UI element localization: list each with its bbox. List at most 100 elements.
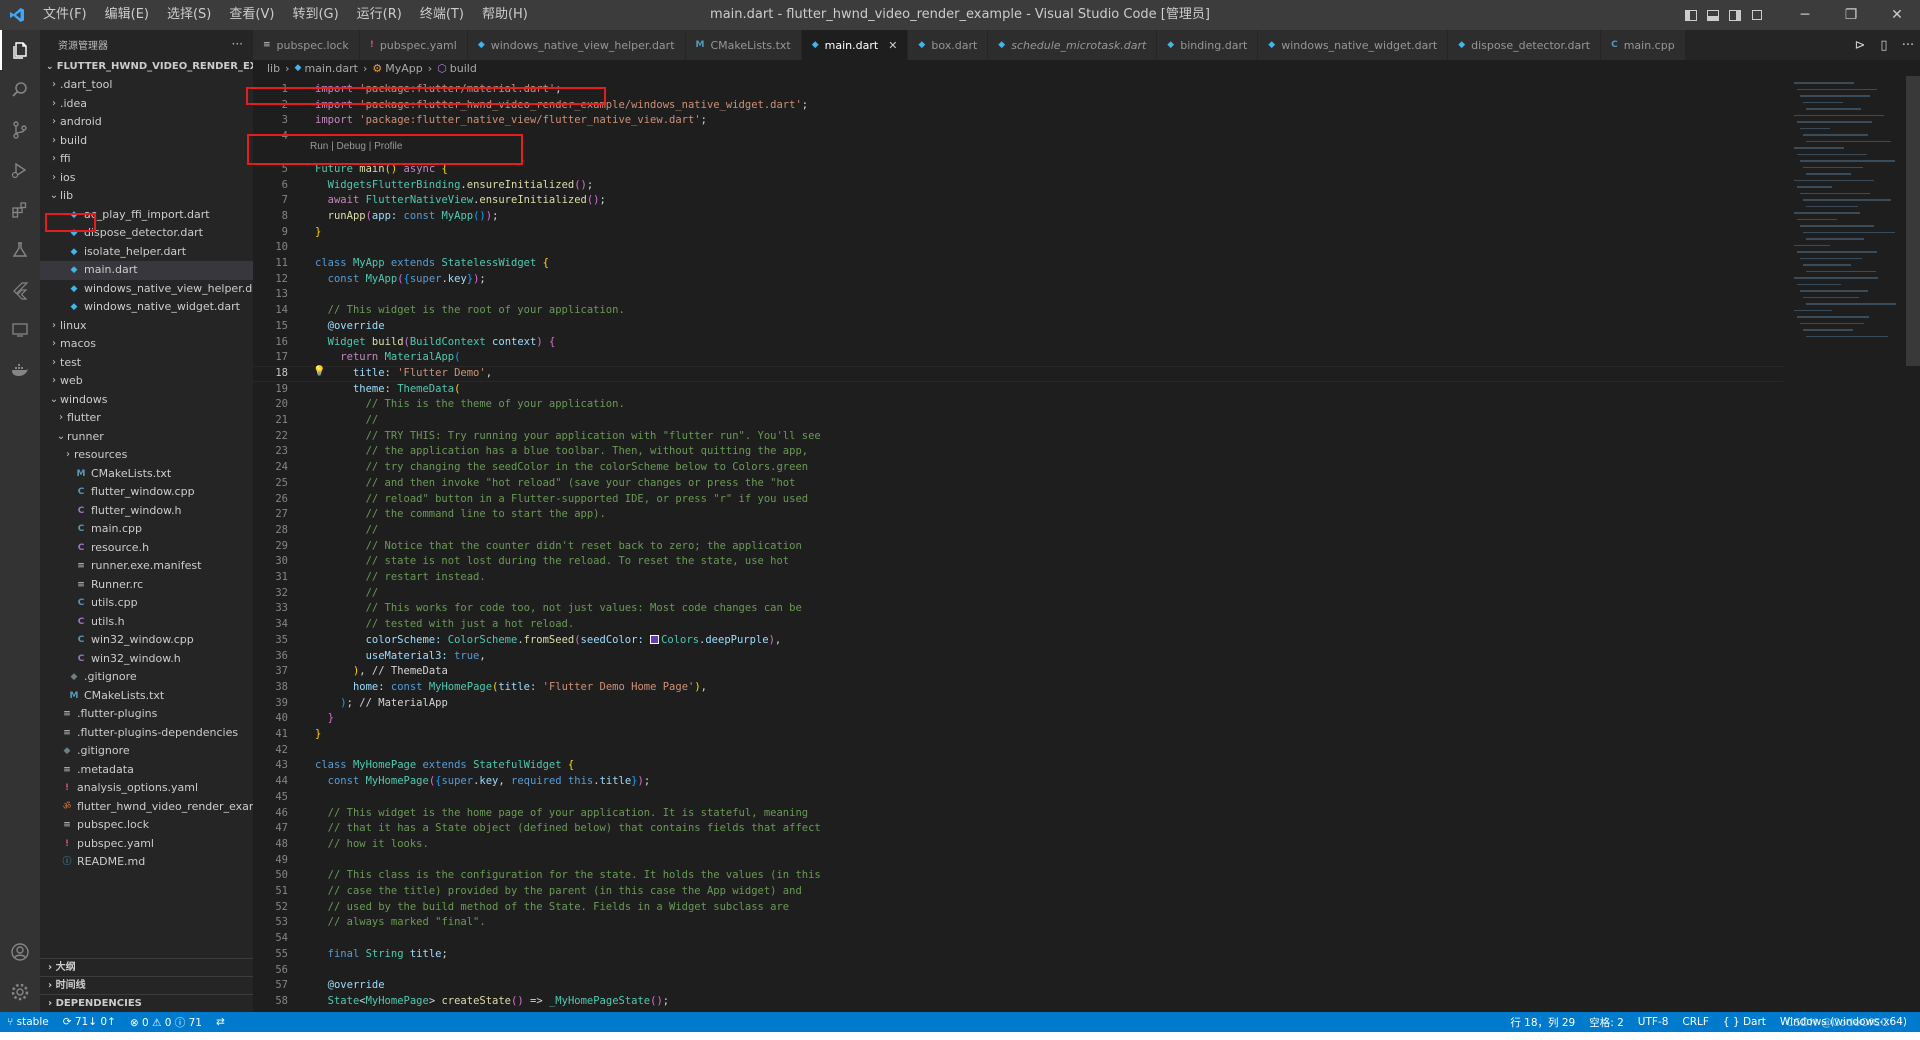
tree-file[interactable]: Cwin32_window.cpp xyxy=(40,631,253,650)
tree-file[interactable]: Cutils.cpp xyxy=(40,594,253,613)
menu-item[interactable]: 编辑(E) xyxy=(96,0,158,30)
editor-scrollbar[interactable] xyxy=(1906,76,1920,366)
editor-tab[interactable]: M CMakeLists.txt xyxy=(685,30,802,60)
menu-item[interactable]: 运行(R) xyxy=(348,0,411,30)
editor-tab[interactable]: ≡ pubspec.lock xyxy=(253,30,360,60)
tree-folder[interactable]: › android xyxy=(40,113,253,132)
close-tab-icon[interactable]: ✕ xyxy=(888,39,897,52)
tree-folder[interactable]: ⌄ runner xyxy=(40,428,253,447)
tree-file[interactable]: ≡ runner.exe.manifest xyxy=(40,557,253,576)
tree-file[interactable]: ◆ ac_play_ffi_import.dart xyxy=(40,206,253,225)
outline-section[interactable]: › 大纲 xyxy=(40,958,253,976)
tree-file[interactable]: ≡ Runner.rc xyxy=(40,576,253,595)
editor-tab[interactable]: ◆ box.dart xyxy=(908,30,989,60)
tree-folder[interactable]: › test xyxy=(40,354,253,373)
tree-folder[interactable]: › macos xyxy=(40,335,253,354)
source-control-icon[interactable] xyxy=(0,110,40,150)
tree-folder[interactable]: › .dart_tool xyxy=(40,76,253,95)
flutter-icon[interactable] xyxy=(0,270,40,310)
run-split-icon[interactable]: ⊳ xyxy=(1848,38,1872,53)
workspace-root[interactable]: ⌄ FLUTTER_HWND_VIDEO_RENDER_EXAMPLE xyxy=(40,58,253,76)
menu-item[interactable]: 终端(T) xyxy=(411,0,473,30)
breadcrumb-method[interactable]: build xyxy=(450,62,477,75)
menu-item[interactable]: 转到(G) xyxy=(283,0,347,30)
problems-status[interactable]: ⊗ 0 ⚠ 0 ⓘ 71 xyxy=(123,1015,209,1030)
customize-layout-icon[interactable] xyxy=(1746,0,1768,30)
account-icon[interactable] xyxy=(0,932,40,972)
toggle-secondary-sidebar-icon[interactable] xyxy=(1724,0,1746,30)
live-share-icon[interactable]: ⇄ xyxy=(209,1016,232,1028)
menu-item[interactable]: 选择(S) xyxy=(158,0,220,30)
tree-file[interactable]: Cwin32_window.h xyxy=(40,650,253,669)
tree-file[interactable]: Cmain.cpp xyxy=(40,520,253,539)
codelens-run-debug-profile[interactable]: Run | Debug | Profile xyxy=(310,139,402,154)
tree-file[interactable]: ◆ .gitignore xyxy=(40,668,253,687)
tree-file[interactable]: ≡ .metadata xyxy=(40,761,253,780)
editor-tab[interactable]: ◆ windows_native_view_helper.dart xyxy=(467,30,686,60)
tree-folder[interactable]: › flutter xyxy=(40,409,253,428)
tree-file[interactable]: ◆ windows_native_view_helper.dart xyxy=(40,280,253,299)
editor-tab[interactable]: Cmain.cpp xyxy=(1601,30,1686,60)
toggle-primary-sidebar-icon[interactable] xyxy=(1680,0,1702,30)
tree-folder[interactable]: › ffi xyxy=(40,150,253,169)
tree-folder[interactable]: › .idea xyxy=(40,95,253,114)
more-actions-button[interactable]: ··· xyxy=(232,37,243,51)
tree-file[interactable]: Cflutter_window.cpp xyxy=(40,483,253,502)
tree-folder[interactable]: › build xyxy=(40,132,253,151)
restore-button[interactable]: ❐ xyxy=(1828,0,1874,30)
menu-item[interactable]: 查看(V) xyxy=(220,0,283,30)
editor-tab[interactable]: ◆ dispose_detector.dart xyxy=(1448,30,1602,60)
tree-file[interactable]: Cflutter_window.h xyxy=(40,502,253,521)
settings-gear-icon[interactable] xyxy=(0,972,40,1012)
breadcrumb-lib[interactable]: lib xyxy=(267,62,280,75)
tree-file[interactable]: ◆ .gitignore xyxy=(40,742,253,761)
tree-file[interactable]: ≡ .flutter-plugins-dependencies xyxy=(40,724,253,743)
search-icon[interactable] xyxy=(0,70,40,110)
git-branch[interactable]: ⑂ stable xyxy=(0,1016,56,1028)
remote-explorer-icon[interactable] xyxy=(0,310,40,350)
tree-file[interactable]: ! analysis_options.yaml xyxy=(40,779,253,798)
tree-folder[interactable]: ⌄ windows xyxy=(40,391,253,410)
editor-tab[interactable]: ◆ binding.dart xyxy=(1157,30,1259,60)
status-item[interactable]: 行 18，列 29 xyxy=(1503,1015,1582,1030)
tree-file[interactable]: Cresource.h xyxy=(40,539,253,558)
code-editor[interactable]: 1 import 'package:flutter/material.dart';… xyxy=(246,76,1920,1012)
menu-item[interactable]: 文件(F) xyxy=(34,0,96,30)
lightbulb-icon[interactable]: 💡 xyxy=(313,366,325,377)
tree-folder[interactable]: › ios xyxy=(40,169,253,188)
status-item[interactable]: UTF-8 xyxy=(1631,1016,1676,1028)
tree-file[interactable]: M CMakeLists.txt xyxy=(40,687,253,706)
tree-folder[interactable]: › linux xyxy=(40,317,253,336)
status-item[interactable]: 空格: 2 xyxy=(1582,1015,1631,1030)
tree-folder[interactable]: ⌄ lib xyxy=(40,187,253,206)
close-window-button[interactable]: ✕ xyxy=(1874,0,1920,30)
more-icon[interactable]: ··· xyxy=(1896,38,1920,53)
tree-file[interactable]: ◆ windows_native_widget.dart xyxy=(40,298,253,317)
docker-icon[interactable] xyxy=(0,350,40,390)
tree-file[interactable]: ◆ main.dart xyxy=(40,261,253,280)
extensions-icon[interactable] xyxy=(0,190,40,230)
editor-tab[interactable]: ◆ schedule_microtask.dart xyxy=(988,30,1158,60)
status-item[interactable]: { } Dart xyxy=(1716,1016,1773,1028)
breadcrumb-file[interactable]: main.dart xyxy=(304,62,358,75)
tree-file[interactable]: ≡ pubspec.lock xyxy=(40,816,253,835)
tree-file[interactable]: ⓘ README.md xyxy=(40,853,253,872)
tree-file[interactable]: ॐ flutter_hwnd_video_render_example.i... xyxy=(40,798,253,817)
split-editor-icon[interactable]: ▯ xyxy=(1872,38,1896,53)
editor-tab[interactable]: ! pubspec.yaml xyxy=(359,30,468,60)
breadcrumb-class[interactable]: MyApp xyxy=(385,62,423,75)
tree-file[interactable]: ≡ .flutter-plugins xyxy=(40,705,253,724)
toggle-panel-icon[interactable] xyxy=(1702,0,1724,30)
dependencies-section[interactable]: › DEPENDENCIES xyxy=(40,994,253,1012)
explorer-icon[interactable] xyxy=(0,30,40,70)
tree-file[interactable]: ! pubspec.yaml xyxy=(40,835,253,854)
sync-status[interactable]: ⟳ 71↓ 0↑ xyxy=(56,1016,123,1028)
timeline-section[interactable]: › 时间线 xyxy=(40,976,253,994)
tree-file[interactable]: Cutils.h xyxy=(40,613,253,632)
testing-icon[interactable] xyxy=(0,230,40,270)
run-debug-icon[interactable] xyxy=(0,150,40,190)
tree-file[interactable]: ◆ dispose_detector.dart xyxy=(40,224,253,243)
menu-item[interactable]: 帮助(H) xyxy=(473,0,537,30)
tree-file[interactable]: M CMakeLists.txt xyxy=(40,465,253,484)
editor-tab[interactable]: ◆ windows_native_widget.dart xyxy=(1258,30,1449,60)
